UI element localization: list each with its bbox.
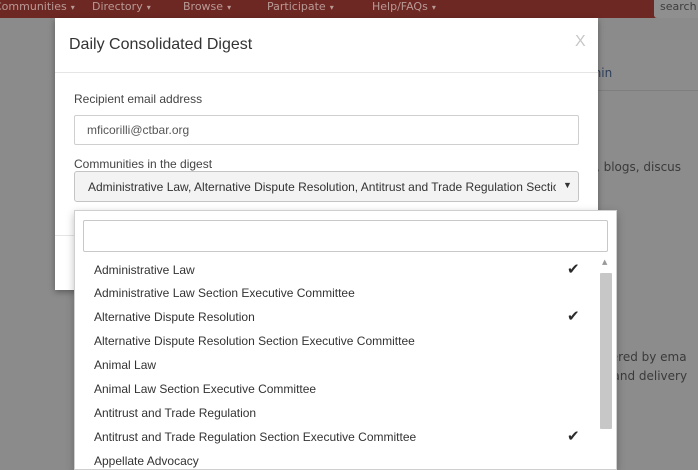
option-label: Appellate Advocacy [94, 454, 199, 468]
nav-search-input[interactable]: search [654, 0, 698, 18]
communities-select-value: Administrative Law, Alternative Dispute … [88, 180, 556, 194]
nav-participate[interactable]: Participate ▾ [267, 0, 334, 15]
top-navbar: Communities ▾ Directory ▾ Browse ▾ Particip… [0, 0, 698, 18]
nav-browse[interactable]: Browse ▾ [183, 0, 231, 15]
nav-communities[interactable]: Communities ▾ [0, 0, 75, 15]
caret-down-icon: ▾ [329, 3, 334, 12]
community-option[interactable]: Antitrust and Trade Regulation [75, 402, 595, 424]
checkmark-icon: ✔ [567, 307, 580, 325]
checkmark-icon: ✔ [567, 260, 580, 278]
option-label: Antitrust and Trade Regulation Section E… [94, 430, 417, 444]
option-label: Antitrust and Trade Regulation [94, 406, 257, 420]
community-option[interactable]: Animal Law [75, 354, 595, 376]
caret-down-icon: ▾ [70, 3, 75, 12]
scrollbar-thumb[interactable] [600, 273, 612, 429]
community-option[interactable]: Administrative Law ✔ [75, 259, 595, 281]
caret-down-icon: ▾ [146, 3, 151, 12]
scroll-up-icon[interactable]: ▲ [602, 258, 607, 266]
communities-dropdown: Administrative Law ✔ Administrative Law … [74, 210, 617, 470]
close-icon[interactable]: X [575, 33, 586, 51]
nav-directory[interactable]: Directory ▾ [92, 0, 151, 15]
caret-down-icon: ▼ [563, 180, 572, 190]
checkmark-icon: ✔ [567, 427, 580, 445]
community-option[interactable]: Appellate Advocacy [75, 450, 595, 470]
dropdown-search-input[interactable] [83, 220, 608, 252]
recipient-email-input[interactable]: mficorilli@ctbar.org [74, 115, 579, 145]
option-label: Administrative Law Section Executive Com… [94, 286, 355, 300]
option-label: Administrative Law [94, 263, 195, 277]
community-option[interactable]: Alternative Dispute Resolution Section E… [75, 330, 595, 352]
communities-select[interactable]: Administrative Law, Alternative Dispute … [74, 171, 579, 202]
community-option[interactable]: Alternative Dispute Resolution ✔ [75, 306, 595, 328]
communities-label: Communities in the digest [74, 157, 213, 171]
community-option[interactable]: Animal Law Section Executive Committee [75, 378, 595, 400]
option-label: Animal Law Section Executive Committee [94, 382, 317, 396]
email-label: Recipient email address [74, 92, 203, 106]
community-option[interactable]: Antitrust and Trade Regulation Section E… [75, 426, 595, 448]
modal-header-divider [55, 72, 598, 73]
caret-down-icon: ▾ [227, 3, 232, 12]
option-label: Alternative Dispute Resolution [94, 310, 255, 324]
option-label: Alternative Dispute Resolution Section E… [94, 334, 415, 348]
dropdown-scrollbar[interactable]: ▲ [599, 255, 613, 470]
divider [586, 90, 698, 91]
caret-down-icon: ▾ [431, 3, 436, 12]
nav-help-faqs[interactable]: Help/FAQs ▾ [372, 0, 436, 15]
community-option[interactable]: Administrative Law Section Executive Com… [75, 282, 595, 304]
modal-title: Daily Consolidated Digest [69, 36, 253, 53]
option-label: Animal Law [94, 358, 157, 372]
